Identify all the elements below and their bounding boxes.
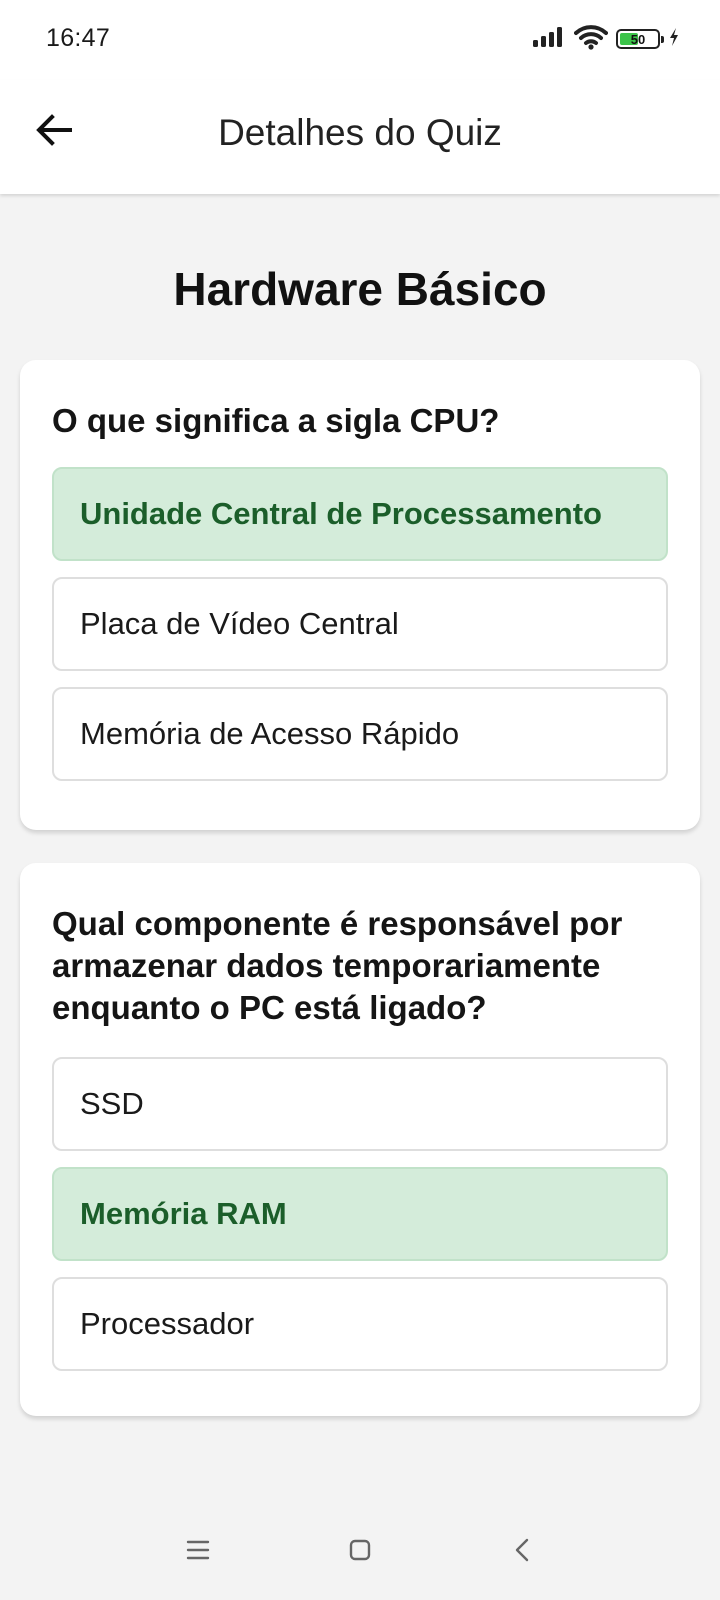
back-chevron-icon bbox=[515, 1538, 529, 1562]
signal-icon bbox=[532, 26, 566, 53]
answer-option[interactable]: Processador bbox=[52, 1277, 668, 1371]
menu-icon bbox=[186, 1540, 210, 1560]
answer-option[interactable]: Memória de Acesso Rápido bbox=[52, 687, 668, 781]
answer-label: SSD bbox=[80, 1086, 144, 1121]
home-button[interactable] bbox=[340, 1530, 380, 1570]
header-title: Detalhes do Quiz bbox=[218, 112, 502, 153]
charging-icon bbox=[668, 27, 680, 52]
answer-label: Placa de Vídeo Central bbox=[80, 606, 399, 641]
quiz-title: Hardware Básico bbox=[173, 263, 547, 315]
home-square-icon bbox=[349, 1539, 371, 1561]
battery-icon: 50 bbox=[616, 29, 664, 49]
app-header: Detalhes do Quiz bbox=[0, 80, 720, 194]
question-card: O que significa a sigla CPU? Unidade Cen… bbox=[20, 360, 700, 830]
answer-label: Processador bbox=[80, 1306, 255, 1341]
answer-label: Memória de Acesso Rápido bbox=[80, 716, 460, 751]
answer-option[interactable]: Placa de Vídeo Central bbox=[52, 577, 668, 671]
system-back-button[interactable] bbox=[502, 1530, 542, 1570]
system-nav-bar bbox=[0, 1500, 720, 1600]
status-icons: 50 bbox=[532, 22, 680, 56]
status-time: 16:47 bbox=[46, 24, 111, 52]
answer-option-correct[interactable]: Memória RAM bbox=[52, 1167, 668, 1261]
question-text: O que significa a sigla CPU? bbox=[52, 402, 500, 439]
answer-option-correct[interactable]: Unidade Central de Processamento bbox=[52, 467, 668, 561]
battery-level: 50 bbox=[630, 31, 646, 47]
question-card: Qual componente é responsável por armaze… bbox=[20, 863, 700, 1416]
answer-label: Memória RAM bbox=[80, 1196, 287, 1231]
status-bar: 16:47 50 bbox=[0, 0, 720, 80]
recent-apps-button[interactable] bbox=[178, 1530, 218, 1570]
battery-cap bbox=[661, 36, 664, 43]
answer-option[interactable]: SSD bbox=[52, 1057, 668, 1151]
wifi-icon bbox=[574, 24, 608, 55]
question-text: Qual componente é responsável por armaze… bbox=[52, 905, 623, 1026]
answer-label: Unidade Central de Processamento bbox=[80, 496, 602, 531]
